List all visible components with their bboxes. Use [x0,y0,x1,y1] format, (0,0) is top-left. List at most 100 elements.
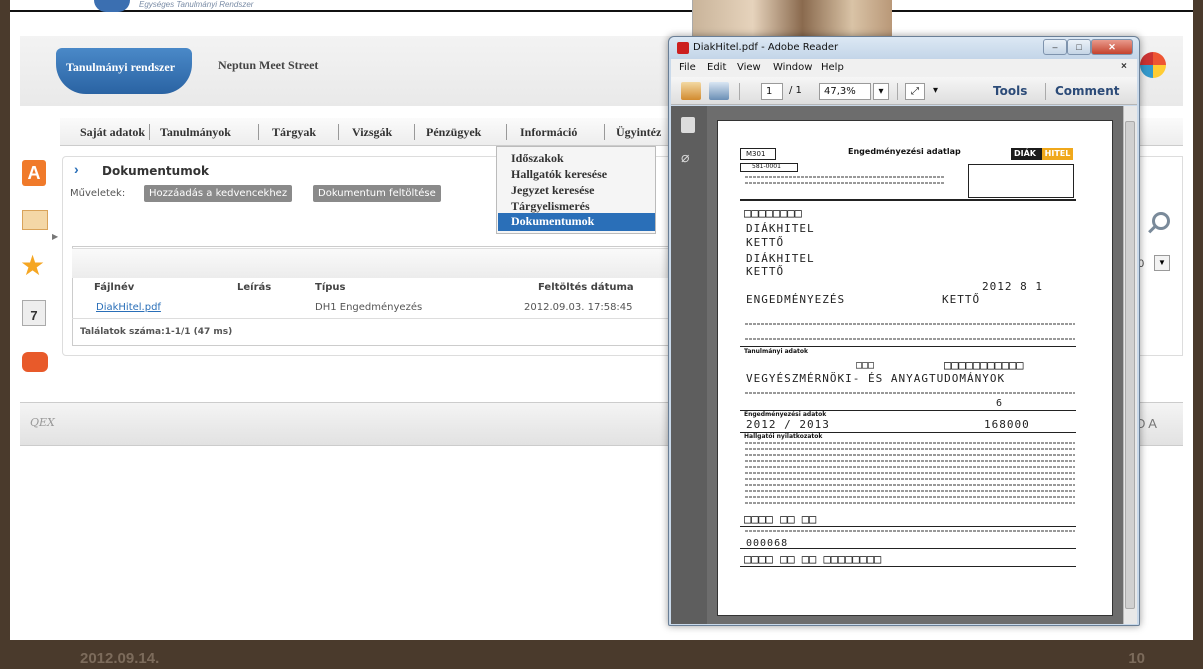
reader-window-title: DiakHitel.pdf - Adobe Reader [693,42,839,53]
col-header-description[interactable]: Leírás [237,282,271,293]
col-header-filename[interactable]: Fájlnév [94,282,134,293]
a-letter-icon[interactable]: A [22,160,46,186]
menu-separator [604,124,605,140]
slide-page-number: 10 [1128,650,1145,667]
menu-separator [338,124,339,140]
menu-sajat-adatok[interactable]: Saját adatok [80,125,145,140]
chat-bubble-icon[interactable] [22,352,48,372]
informacio-dropdown: Időszakok Hallgatók keresése Jegyzet ker… [496,146,656,234]
dropdown-jegyzet-keresese[interactable]: Jegyzet keresése [511,183,594,198]
star-icon[interactable]: ★ [20,252,45,280]
slide-left-edge [0,0,10,669]
handwritten-name-2: KETTŐ [746,236,785,249]
calendar-icon[interactable]: 7 [22,300,46,326]
slide-bottom-bar [0,640,1203,669]
fine-print [745,502,1075,504]
row-divider [72,318,670,319]
student-boxes: □□□ [856,360,875,371]
form-code: M301 [746,150,766,158]
handwritten-engedmenyezes: ENGEDMÉNYEZÉS [746,293,846,306]
menu-separator [414,124,415,140]
menu-ugyintezes[interactable]: Ügyintéz [616,125,661,140]
open-file-icon[interactable] [709,82,729,100]
fine-print [745,466,1075,468]
menu-separator [258,124,259,140]
reader-menu-window[interactable]: Window [773,62,812,73]
reader-menu-view[interactable]: View [737,62,761,73]
code-line: 581-0001 [752,163,781,170]
menu-penzugyek[interactable]: Pénzügyek [426,125,481,140]
pdf-form-title: Engedményezési adatlap [848,147,961,156]
pdf-app-icon [677,42,689,54]
diakhitel-logo-right: HITEL [1042,148,1073,160]
page-number-input[interactable]: 1 [761,83,783,100]
color-wheel-icon[interactable] [1140,52,1166,78]
fine-print [745,392,1075,394]
fine-print [745,530,1075,532]
handwritten-name-4: KETTŐ [746,265,785,278]
fine-print [745,442,1075,444]
create-pdf-icon[interactable] [681,82,701,100]
add-favorite-button[interactable]: Hozzáadás a kedvencekhez [144,185,293,202]
neptun-code-boxes: □□□□□□□□□□□ [944,358,1024,372]
envelope-icon[interactable] [22,210,48,230]
expand-arrow-icon[interactable]: ▶ [52,232,58,241]
reader-menu-file[interactable]: File [679,62,696,73]
id-boxes: □□□□□□□□ [744,206,802,220]
grid-toolbar [72,248,670,278]
zoom-dropdown-icon[interactable]: ▾ [873,83,889,100]
file-link[interactable]: DiakHitel.pdf [96,302,161,313]
menu-vizsgak[interactable]: Vizsgák [352,125,392,140]
comment-pane-button[interactable]: Comment [1055,84,1119,98]
results-count: Találatok száma:1-1/1 (47 ms) [80,327,233,337]
tab-neptun-meet-street[interactable]: Neptun Meet Street [218,58,318,73]
zoom-select[interactable]: 47,3% [819,83,871,100]
section-student: Tanulmányi adatok [744,348,808,355]
fine-print [745,454,1075,456]
menu-informacio[interactable]: Információ [520,125,577,140]
signature-date-boxes: □□□□ □□ □□ [744,512,817,526]
section-rule [740,526,1076,527]
fine-print [745,472,1075,474]
attachments-icon[interactable]: ⌀ [681,149,695,165]
slide-date: 2012.09.14. [80,650,160,667]
section-rule [740,548,1076,549]
minimize-button[interactable]: – [1043,39,1067,55]
close-button[interactable]: ✕ [1091,39,1133,55]
handwritten-name-1: DIÁKHITEL [746,222,815,235]
handwritten-faculty: VEGYÉSZMÉRNÖKI- ÉS ANYAGTUDOMÁNYOK [746,372,1006,385]
close-document-icon[interactable]: × [1121,61,1127,72]
documents-title: Dokumentumok [102,164,209,178]
handwritten-amount: 168000 [984,418,1030,431]
dropdown-idoszakok[interactable]: Időszakok [511,151,564,166]
fit-page-icon[interactable]: ⤢ [905,83,925,100]
scrollbar-thumb[interactable] [1125,121,1135,609]
menu-tanulmanyok[interactable]: Tanulmányok [160,125,231,140]
pages-panel-icon[interactable] [681,117,695,133]
dropdown-hallgatok-keresese[interactable]: Hallgatók keresése [511,167,607,182]
menu-separator [149,124,150,140]
col-header-type[interactable]: Típus [315,282,345,293]
handwritten-date: 2012 8 1 [982,280,1043,293]
reader-menu-help[interactable]: Help [821,62,844,73]
upload-document-button[interactable]: Dokumentum feltöltése [313,185,441,202]
chevron-right-icon[interactable]: › [74,161,79,177]
diakhitel-logo-left: DIÁK [1014,149,1037,158]
chevron-down-icon[interactable]: ▼ [1154,255,1170,271]
toolbar-separator [1045,83,1046,100]
tab-tanulmanyi-rendszer[interactable]: Tanulmányi rendszer [56,48,192,94]
fine-print [745,490,1075,492]
fine-print [745,460,1075,462]
tools-pane-button[interactable]: Tools [993,84,1027,98]
footer-logo: QEX [30,416,55,429]
maximize-button[interactable]: □ [1067,39,1091,55]
toolbar-more-icon[interactable]: ▾ [933,85,938,96]
section-statement: Hallgatói nyilatkozatok [744,433,823,440]
dropdown-dokumentumok[interactable]: Dokumentumok [511,214,594,229]
fine-print [745,484,1075,486]
actions-label: Műveletek: [70,188,126,199]
dropdown-targyelismeres[interactable]: Tárgyelismerés [511,199,590,214]
reader-menu-edit[interactable]: Edit [707,62,726,73]
menu-targyak[interactable]: Tárgyak [272,125,316,140]
col-header-upload-date[interactable]: Feltöltés dátuma [538,282,634,293]
